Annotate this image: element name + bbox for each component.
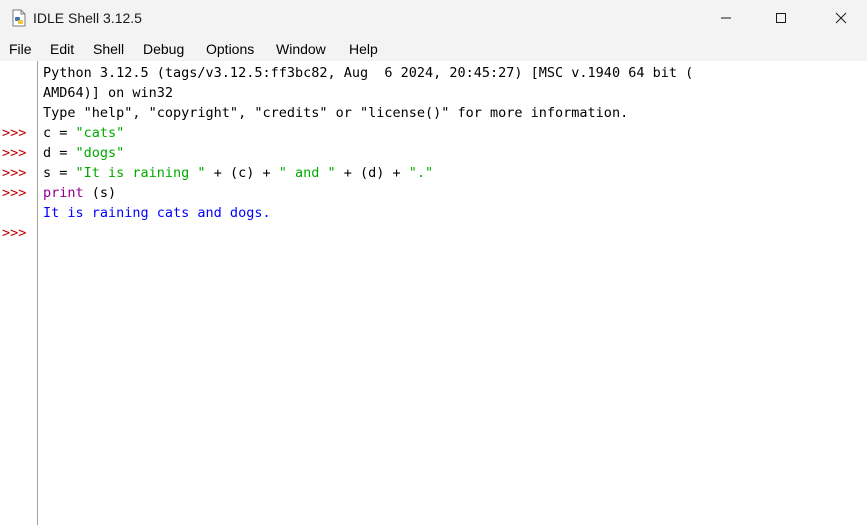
menu-help[interactable]: Help [348,40,379,58]
close-button[interactable] [818,0,864,36]
code-line: s = "It is raining " + (c) + " and " + (… [43,163,433,183]
code-line: c = "cats" [43,123,124,143]
code-line: print (s) [43,183,116,203]
idle-shell-window: IDLE Shell 3.12.5 File Edit Shell Debug … [0,0,867,525]
builtin-keyword: print [43,185,84,201]
menu-edit[interactable]: Edit [49,40,75,58]
code-text: s = [43,165,76,181]
minimize-button[interactable] [703,0,749,36]
banner-line: AMD64)] on win32 [43,85,174,101]
banner-line: Type "help", "copyright", "credits" or "… [43,105,629,121]
prompt-marker: >>> [2,125,27,141]
shell-text-area[interactable]: >>> >>> >>> >>> >>> Python 3.12.5 (tags/… [0,61,867,525]
menu-options[interactable]: Options [205,40,255,58]
string-literal: "dogs" [75,145,125,161]
maximize-icon [776,13,786,23]
menu-shell[interactable]: Shell [92,40,125,58]
title-bar[interactable]: IDLE Shell 3.12.5 [0,0,867,36]
window-title: IDLE Shell 3.12.5 [33,10,142,26]
minimize-icon [721,17,731,19]
close-icon [835,12,847,24]
string-literal: " and " [278,165,336,181]
prompt-marker: >>> [2,225,27,241]
maximize-button[interactable] [758,0,804,36]
code-text: d = [43,145,76,161]
prompt-marker: >>> [2,165,27,181]
code-text: c = [43,125,76,141]
prompt-marker: >>> [2,145,27,161]
program-output: It is raining cats and dogs. [43,205,271,221]
menu-window[interactable]: Window [275,40,327,58]
code-line: d = "dogs" [43,143,124,163]
code-text: (s) [83,185,117,201]
code-text: + (d) + [335,165,409,181]
string-literal: "cats" [75,125,125,141]
code-text: + (c) + [205,165,279,181]
banner-line: Python 3.12.5 (tags/v3.12.5:ff3bc82, Aug… [43,65,694,81]
menu-bar: File Edit Shell Debug Options Window Hel… [0,36,867,61]
prompt-marker: >>> [2,185,27,201]
python-idle-icon [12,9,26,27]
prompt-gutter: >>> >>> >>> >>> >>> [0,61,38,525]
menu-file[interactable]: File [8,40,33,58]
menu-debug[interactable]: Debug [142,40,185,58]
string-literal: "." [408,165,434,181]
string-literal: "It is raining " [75,165,206,181]
